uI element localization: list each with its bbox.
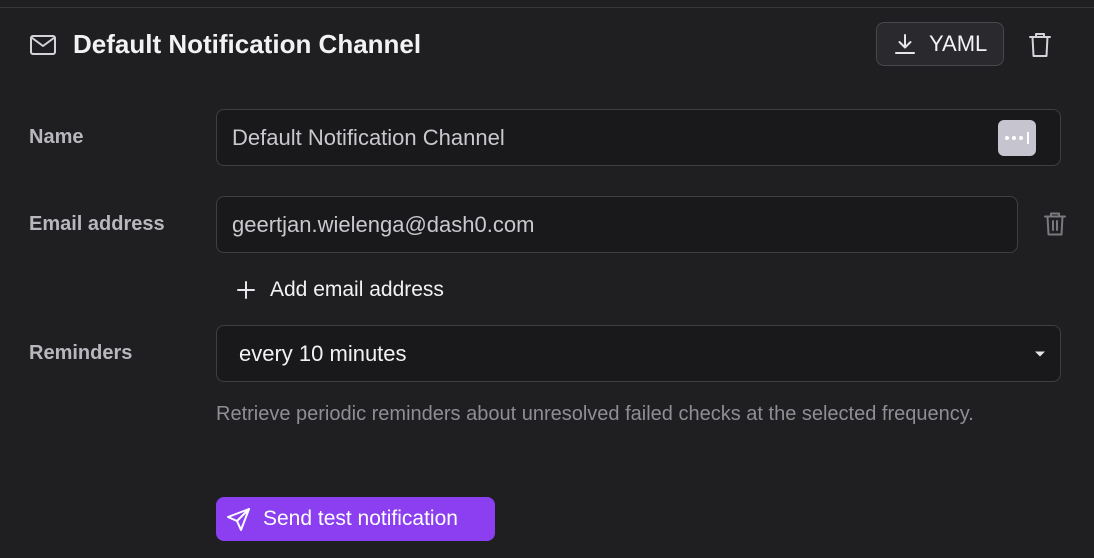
name-input-wrapper xyxy=(216,109,1061,166)
add-email-button[interactable]: Add email address xyxy=(236,275,444,305)
email-input[interactable] xyxy=(217,211,1017,238)
page-title: Default Notification Channel xyxy=(73,29,422,59)
reminders-selected-value: every 10 minutes xyxy=(239,340,407,366)
name-input[interactable] xyxy=(217,124,1060,151)
reminders-label: Reminders xyxy=(29,342,133,364)
password-manager-icon[interactable] xyxy=(998,120,1036,156)
trash-icon[interactable] xyxy=(1027,31,1053,59)
send-test-notification-button[interactable]: Send test notification xyxy=(216,497,495,541)
reminders-select[interactable]: every 10 minutes xyxy=(216,325,1061,382)
top-divider xyxy=(0,7,1094,8)
send-test-label: Send test notification xyxy=(263,507,458,530)
remove-email-trash-icon[interactable] xyxy=(1043,211,1067,237)
plus-icon xyxy=(237,281,255,299)
dots-icon xyxy=(1005,132,1029,144)
email-label: Email address xyxy=(29,213,165,235)
mail-icon xyxy=(30,35,56,55)
reminders-help-text: Retrieve periodic reminders about unreso… xyxy=(216,403,974,425)
yaml-button-label: YAML xyxy=(929,31,988,56)
add-email-label: Add email address xyxy=(270,278,444,301)
caret-down-icon xyxy=(1035,351,1045,357)
download-icon xyxy=(895,34,915,54)
send-icon xyxy=(227,508,250,531)
name-label: Name xyxy=(29,126,84,148)
notification-channel-panel: Default Notification Channel YAML Name E… xyxy=(0,0,1094,558)
download-yaml-button[interactable]: YAML xyxy=(876,22,1004,66)
email-input-wrapper xyxy=(216,196,1018,253)
